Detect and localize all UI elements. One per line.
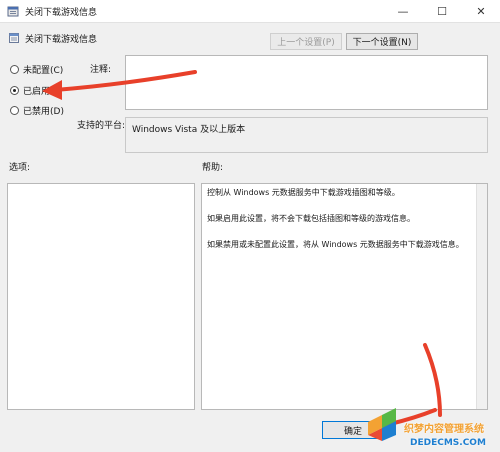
help-paragraph: 如果禁用或未配置此设置，将从 Windows 元数据服务中下载游戏信息。 [207, 240, 464, 249]
radio-button-icon [10, 106, 19, 115]
watermark-url: DEDECMS.COM [410, 438, 486, 448]
radio-label: 未配置(C) [23, 66, 64, 76]
help-label: 帮助: [202, 163, 224, 173]
policy-dialog: 关闭下载游戏信息 — ☐ ✕ 关闭下载游戏信息 上一个设置(P) 下一个设置(N… [0, 0, 500, 452]
help-panel: 控制从 Windows 元数据服务中下载游戏插图和等级。 如果启用此设置，将不会… [201, 183, 488, 410]
radio-enabled[interactable]: 已启用(E) [10, 84, 63, 97]
policy-setting-icon [9, 33, 19, 43]
radio-label: 已启用(E) [23, 87, 63, 97]
comment-label: 注释: [90, 65, 112, 75]
radio-label: 已禁用(D) [23, 107, 64, 117]
close-icon: ✕ [476, 4, 486, 18]
help-paragraph: 如果启用此设置，将不会下载包括插图和等级的游戏信息。 [207, 214, 415, 223]
window-title: 关闭下载游戏信息 [25, 8, 98, 18]
minimize-icon: — [397, 4, 409, 18]
previous-setting-button[interactable]: 上一个设置(P) [270, 33, 342, 50]
platform-value: Windows Vista 及以上版本 [125, 117, 488, 153]
options-panel [7, 183, 195, 410]
maximize-icon: ☐ [437, 4, 447, 18]
maximize-button[interactable]: ☐ [423, 0, 461, 22]
help-scrollbar[interactable] [476, 184, 487, 409]
minimize-button[interactable]: — [384, 0, 422, 22]
watermark-text: 织梦内容管理系统 [404, 424, 484, 435]
radio-button-icon [10, 65, 19, 74]
help-paragraph: 控制从 Windows 元数据服务中下载游戏插图和等级。 [207, 188, 400, 197]
close-button[interactable]: ✕ [462, 0, 500, 22]
comment-textarea[interactable] [125, 55, 488, 110]
radio-disabled[interactable]: 已禁用(D) [10, 104, 64, 117]
title-bar: 关闭下载游戏信息 — ☐ ✕ [0, 0, 500, 23]
policy-app-icon [7, 6, 19, 17]
radio-button-icon [10, 86, 19, 95]
options-label: 选项: [9, 163, 31, 173]
platform-label: 支持的平台: [77, 121, 126, 131]
policy-title: 关闭下载游戏信息 [25, 35, 98, 45]
next-setting-button[interactable]: 下一个设置(N) [346, 33, 418, 50]
radio-not-configured[interactable]: 未配置(C) [10, 63, 63, 76]
